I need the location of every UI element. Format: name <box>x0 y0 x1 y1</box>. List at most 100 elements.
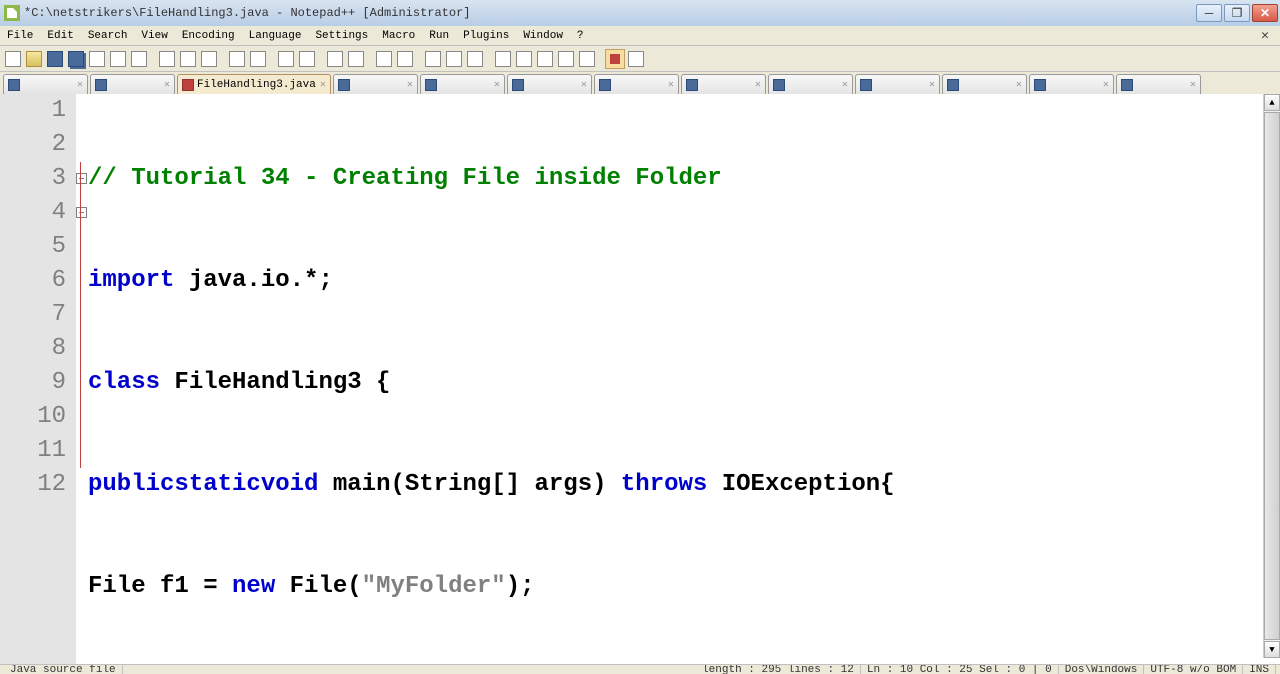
tab-label: FileHandling3.java <box>197 79 316 91</box>
menu-plugins[interactable]: Plugins <box>456 28 516 44</box>
zoom-out-button[interactable] <box>346 49 366 69</box>
zoom-in-button[interactable] <box>325 49 345 69</box>
tab-close-icon[interactable]: ✕ <box>1099 79 1109 91</box>
user-lang-button[interactable] <box>465 49 485 69</box>
play-macro-button[interactable] <box>535 49 555 69</box>
record-macro-button[interactable] <box>493 49 513 69</box>
code-text: ); <box>506 570 535 604</box>
tab-inactive-4[interactable]: ✕ <box>420 74 505 94</box>
indent-guide-button[interactable] <box>444 49 464 69</box>
scroll-thumb[interactable] <box>1264 112 1280 640</box>
menu-file[interactable]: File <box>0 28 40 44</box>
separator-icon <box>269 49 275 69</box>
code-area[interactable]: // Tutorial 34 - Creating File inside Fo… <box>88 94 1280 664</box>
save-all-button[interactable] <box>66 49 86 69</box>
tab-inactive-2[interactable]: ✕ <box>90 74 175 94</box>
fold-collapse-icon[interactable] <box>76 173 87 184</box>
close-file-button[interactable] <box>87 49 107 69</box>
tab-close-icon[interactable]: ✕ <box>403 79 413 91</box>
menu-language[interactable]: Language <box>242 28 309 44</box>
tab-close-icon[interactable]: ✕ <box>925 79 935 91</box>
fold-collapse-icon[interactable] <box>76 207 87 218</box>
save-button[interactable] <box>45 49 65 69</box>
tab-inactive-3[interactable]: ✕ <box>333 74 418 94</box>
editor[interactable]: 123456 789101112 // Tutorial 34 - Creati… <box>0 94 1280 664</box>
tab-close-icon[interactable]: ✕ <box>1012 79 1022 91</box>
tab-close-icon[interactable]: ✕ <box>490 79 500 91</box>
toggle-highlight-button[interactable] <box>605 49 625 69</box>
doc-map-button[interactable] <box>626 49 646 69</box>
code-keyword: public <box>88 468 174 502</box>
file-icon <box>599 79 611 91</box>
scroll-up-icon[interactable]: ▲ <box>1264 94 1280 111</box>
tab-inactive-10[interactable]: ✕ <box>942 74 1027 94</box>
stop-macro-button[interactable] <box>514 49 534 69</box>
status-encoding: UTF-8 w/o BOM <box>1144 664 1243 674</box>
redo-button[interactable] <box>248 49 268 69</box>
file-icon <box>8 79 20 91</box>
vertical-scrollbar[interactable]: ▲ ▼ <box>1263 94 1280 658</box>
tab-close-icon[interactable]: ✕ <box>577 79 587 91</box>
new-file-button[interactable] <box>3 49 23 69</box>
tab-inactive-6[interactable]: ✕ <box>594 74 679 94</box>
wrap-button[interactable] <box>395 49 415 69</box>
print-button[interactable] <box>129 49 149 69</box>
code-comment: // Tutorial 34 - Creating File inside Fo… <box>88 162 722 196</box>
save-macro-button[interactable] <box>577 49 597 69</box>
file-icon <box>773 79 785 91</box>
status-bar: Java source file length : 295 lines : 12… <box>0 664 1280 674</box>
tab-inactive-5[interactable]: ✕ <box>507 74 592 94</box>
tab-close-icon[interactable]: ✕ <box>838 79 848 91</box>
menu-encoding[interactable]: Encoding <box>175 28 242 44</box>
menu-search[interactable]: Search <box>81 28 135 44</box>
maximize-button[interactable]: ❐ <box>1224 4 1250 22</box>
tab-inactive-7[interactable]: ✕ <box>681 74 766 94</box>
separator-icon <box>416 49 422 69</box>
tab-close-icon[interactable]: ✕ <box>316 79 326 91</box>
tab-close-icon[interactable]: ✕ <box>73 79 83 91</box>
menu-settings[interactable]: Settings <box>308 28 375 44</box>
tab-active[interactable]: FileHandling3.java✕ <box>177 74 331 94</box>
show-chars-button[interactable] <box>423 49 443 69</box>
close-all-button[interactable] <box>108 49 128 69</box>
tab-inactive-9[interactable]: ✕ <box>855 74 940 94</box>
scroll-down-icon[interactable]: ▼ <box>1264 641 1280 658</box>
cut-button[interactable] <box>157 49 177 69</box>
open-file-button[interactable] <box>24 49 44 69</box>
find-button[interactable] <box>276 49 296 69</box>
status-eol: Dos\Windows <box>1059 664 1145 674</box>
menu-edit[interactable]: Edit <box>40 28 80 44</box>
mdi-close-icon[interactable]: ✕ <box>1254 26 1276 45</box>
menu-macro[interactable]: Macro <box>375 28 422 44</box>
replace-button[interactable] <box>297 49 317 69</box>
minimize-button[interactable]: ─ <box>1196 4 1222 22</box>
code-text: File( <box>275 570 361 604</box>
tab-close-icon[interactable]: ✕ <box>1186 79 1196 91</box>
tab-close-icon[interactable]: ✕ <box>160 79 170 91</box>
window-title: *C:\netstrikers\FileHandling3.java - Not… <box>24 6 470 20</box>
file-modified-icon <box>182 79 194 91</box>
multi-play-button[interactable] <box>556 49 576 69</box>
code-keyword: throws <box>621 468 707 502</box>
tab-inactive-11[interactable]: ✕ <box>1029 74 1114 94</box>
sync-scroll-button[interactable] <box>374 49 394 69</box>
undo-button[interactable] <box>227 49 247 69</box>
tab-inactive-8[interactable]: ✕ <box>768 74 853 94</box>
close-button[interactable]: ✕ <box>1252 4 1278 22</box>
tab-inactive-1[interactable]: ✕ <box>3 74 88 94</box>
status-filetype: Java source file <box>4 664 123 674</box>
tab-close-icon[interactable]: ✕ <box>664 79 674 91</box>
menu-run[interactable]: Run <box>422 28 456 44</box>
tab-inactive-12[interactable]: ✕ <box>1116 74 1201 94</box>
menu-help[interactable]: ? <box>570 28 591 44</box>
code-text: java.io.*; <box>174 264 332 298</box>
copy-button[interactable] <box>178 49 198 69</box>
file-icon <box>947 79 959 91</box>
separator-icon <box>318 49 324 69</box>
paste-button[interactable] <box>199 49 219 69</box>
tab-close-icon[interactable]: ✕ <box>751 79 761 91</box>
menu-window[interactable]: Window <box>516 28 570 44</box>
fold-margin[interactable] <box>76 94 88 664</box>
code-keyword: import <box>88 264 174 298</box>
menu-view[interactable]: View <box>134 28 174 44</box>
